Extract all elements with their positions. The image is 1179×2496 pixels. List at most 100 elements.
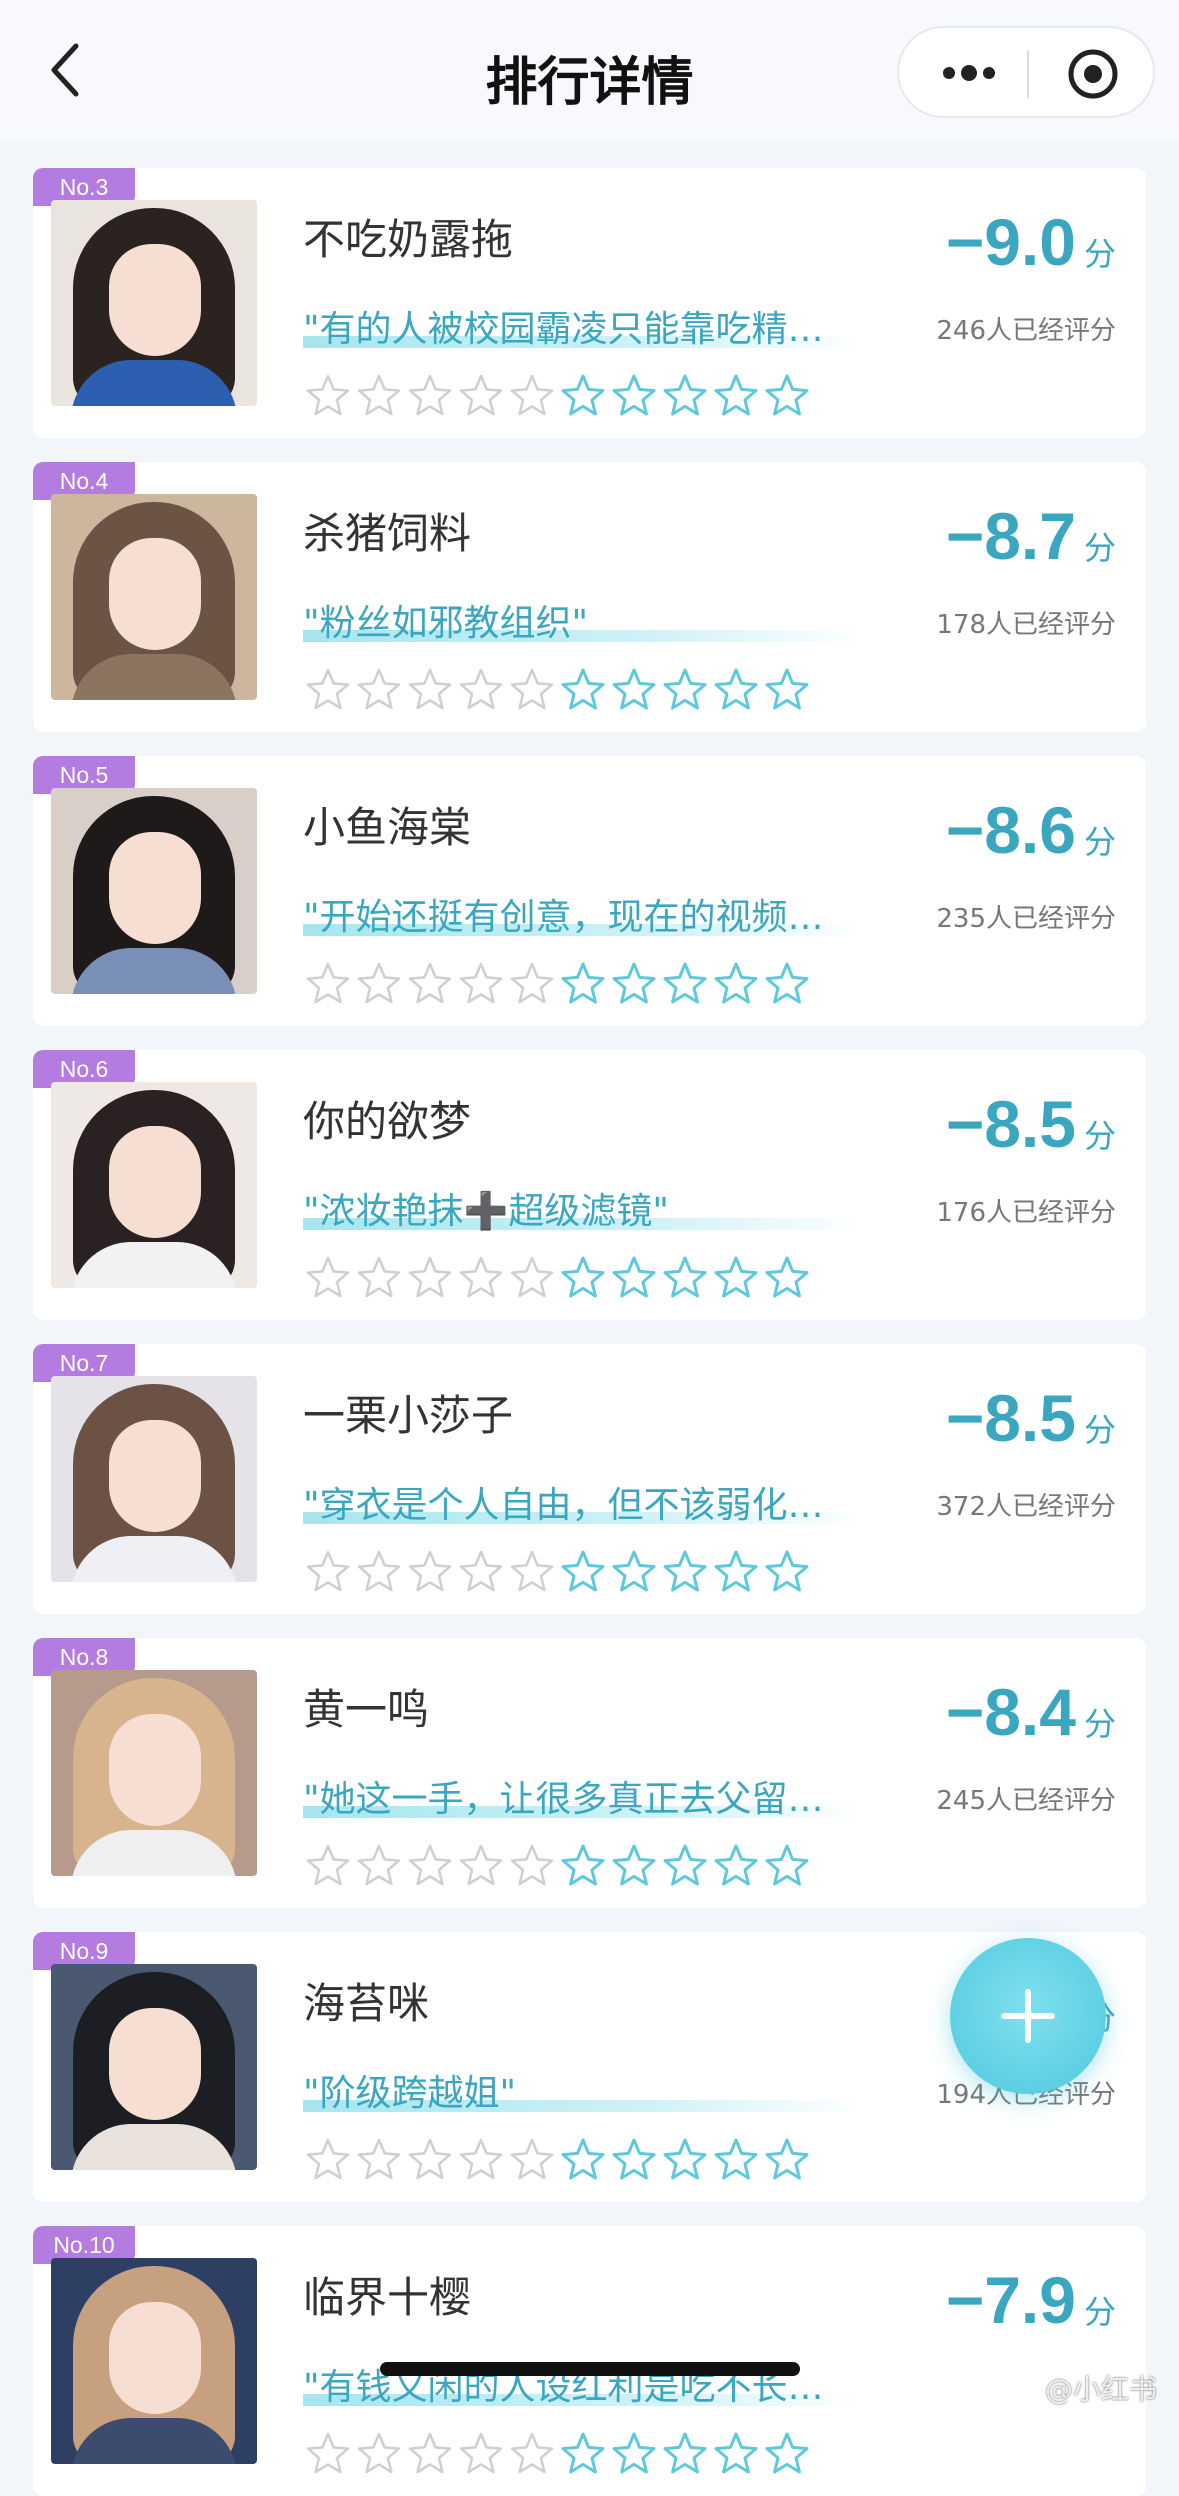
star-empty-icon[interactable] (407, 1255, 453, 1301)
ranking-card[interactable]: No.5 小鱼海棠 "开始还挺有创意，现在的视频… −8.6 分 235人已经评分 (33, 756, 1146, 1026)
creator-name[interactable]: 黄一鸣 (303, 1676, 429, 1737)
creator-name[interactable]: 杀猪饲料 (303, 500, 471, 561)
creator-name[interactable]: 你的欲梦 (303, 1088, 471, 1149)
star-outline-blue-icon[interactable] (560, 1255, 606, 1301)
star-outline-blue-icon[interactable] (764, 1843, 810, 1889)
star-empty-icon[interactable] (509, 2431, 555, 2477)
creator-name[interactable]: 不吃奶露拖 (303, 206, 513, 267)
star-empty-icon[interactable] (356, 1255, 402, 1301)
star-outline-blue-icon[interactable] (662, 961, 708, 1007)
more-dots-icon[interactable] (939, 58, 999, 88)
ranking-card[interactable]: No.3 不吃奶露拖 "有的人被校园霸凌只能靠吃精… −9.0 分 246人已经评… (33, 168, 1146, 438)
star-outline-blue-icon[interactable] (764, 2137, 810, 2183)
star-empty-icon[interactable] (458, 667, 504, 713)
star-outline-blue-icon[interactable] (560, 1549, 606, 1595)
star-empty-icon[interactable] (407, 1843, 453, 1889)
star-empty-icon[interactable] (509, 373, 555, 419)
star-empty-icon[interactable] (356, 2137, 402, 2183)
avatar[interactable] (51, 1376, 257, 1582)
star-outline-blue-icon[interactable] (611, 373, 657, 419)
star-empty-icon[interactable] (458, 1255, 504, 1301)
top-comment[interactable]: "她这一手，让很多真正去父留… (303, 1770, 903, 1826)
star-rating[interactable] (305, 667, 815, 713)
star-empty-icon[interactable] (356, 1843, 402, 1889)
star-outline-blue-icon[interactable] (611, 961, 657, 1007)
star-outline-blue-icon[interactable] (713, 2431, 759, 2477)
top-comment[interactable]: "开始还挺有创意，现在的视频… (303, 888, 903, 944)
star-outline-blue-icon[interactable] (611, 2137, 657, 2183)
star-outline-blue-icon[interactable] (764, 2431, 810, 2477)
star-outline-blue-icon[interactable] (560, 2137, 606, 2183)
star-outline-blue-icon[interactable] (662, 2431, 708, 2477)
star-outline-blue-icon[interactable] (713, 373, 759, 419)
star-outline-blue-icon[interactable] (764, 961, 810, 1007)
star-empty-icon[interactable] (458, 961, 504, 1007)
star-empty-icon[interactable] (509, 667, 555, 713)
top-comment[interactable]: "粉丝如邪教组织" (303, 594, 903, 650)
star-empty-icon[interactable] (509, 961, 555, 1007)
star-outline-blue-icon[interactable] (560, 667, 606, 713)
star-empty-icon[interactable] (509, 1255, 555, 1301)
star-outline-blue-icon[interactable] (764, 1549, 810, 1595)
star-empty-icon[interactable] (356, 961, 402, 1007)
star-empty-icon[interactable] (305, 1549, 351, 1595)
avatar[interactable] (51, 1082, 257, 1288)
creator-name[interactable]: 一栗小莎子 (303, 1382, 513, 1443)
star-outline-blue-icon[interactable] (713, 961, 759, 1007)
star-outline-blue-icon[interactable] (713, 667, 759, 713)
avatar[interactable] (51, 200, 257, 406)
star-outline-blue-icon[interactable] (611, 2431, 657, 2477)
star-empty-icon[interactable] (305, 961, 351, 1007)
star-outline-blue-icon[interactable] (713, 1549, 759, 1595)
ranking-card[interactable]: No.10 临界十樱 "有钱又闲的人设红利是吃不长… −7.9 分 (33, 2226, 1146, 2496)
star-outline-blue-icon[interactable] (713, 1843, 759, 1889)
star-empty-icon[interactable] (407, 2137, 453, 2183)
ranking-card[interactable]: No.7 一栗小莎子 "穿衣是个人自由，但不该弱化… −8.5 分 372人已经评… (33, 1344, 1146, 1614)
ranking-card[interactable]: No.4 杀猪饲料 "粉丝如邪教组织" −8.7 分 178人已经评分 (33, 462, 1146, 732)
star-rating[interactable] (305, 1255, 815, 1301)
star-outline-blue-icon[interactable] (764, 667, 810, 713)
avatar[interactable] (51, 1670, 257, 1876)
star-outline-blue-icon[interactable] (611, 1843, 657, 1889)
star-outline-blue-icon[interactable] (611, 667, 657, 713)
star-outline-blue-icon[interactable] (560, 1843, 606, 1889)
star-empty-icon[interactable] (458, 2431, 504, 2477)
star-outline-blue-icon[interactable] (713, 1255, 759, 1301)
star-outline-blue-icon[interactable] (764, 1255, 810, 1301)
star-outline-blue-icon[interactable] (662, 667, 708, 713)
creator-name[interactable]: 小鱼海棠 (303, 794, 471, 855)
star-rating[interactable] (305, 2431, 815, 2477)
star-empty-icon[interactable] (305, 2431, 351, 2477)
star-empty-icon[interactable] (305, 1255, 351, 1301)
star-rating[interactable] (305, 1549, 815, 1595)
star-outline-blue-icon[interactable] (764, 373, 810, 419)
star-outline-blue-icon[interactable] (560, 961, 606, 1007)
ranking-card[interactable]: No.6 你的欲梦 "浓妆艳抹➕超级滤镜" −8.5 分 176人已经评分 (33, 1050, 1146, 1320)
star-rating[interactable] (305, 961, 815, 1007)
top-comment[interactable]: "有的人被校园霸凌只能靠吃精… (303, 300, 903, 356)
star-empty-icon[interactable] (458, 1549, 504, 1595)
star-outline-blue-icon[interactable] (662, 1843, 708, 1889)
star-empty-icon[interactable] (407, 961, 453, 1007)
star-empty-icon[interactable] (305, 667, 351, 713)
star-outline-blue-icon[interactable] (662, 1549, 708, 1595)
star-outline-blue-icon[interactable] (560, 373, 606, 419)
star-empty-icon[interactable] (458, 1843, 504, 1889)
star-empty-icon[interactable] (509, 1843, 555, 1889)
star-empty-icon[interactable] (509, 2137, 555, 2183)
star-empty-icon[interactable] (356, 1549, 402, 1595)
avatar[interactable] (51, 2258, 257, 2464)
star-outline-blue-icon[interactable] (611, 1255, 657, 1301)
star-rating[interactable] (305, 1843, 815, 1889)
top-comment[interactable]: "浓妆艳抹➕超级滤镜" (303, 1182, 903, 1238)
star-empty-icon[interactable] (458, 373, 504, 419)
creator-name[interactable]: 临界十樱 (303, 2264, 471, 2325)
star-empty-icon[interactable] (305, 373, 351, 419)
star-empty-icon[interactable] (356, 373, 402, 419)
star-rating[interactable] (305, 373, 815, 419)
star-empty-icon[interactable] (407, 1549, 453, 1595)
avatar[interactable] (51, 788, 257, 994)
star-outline-blue-icon[interactable] (662, 1255, 708, 1301)
avatar[interactable] (51, 494, 257, 700)
star-outline-blue-icon[interactable] (662, 373, 708, 419)
